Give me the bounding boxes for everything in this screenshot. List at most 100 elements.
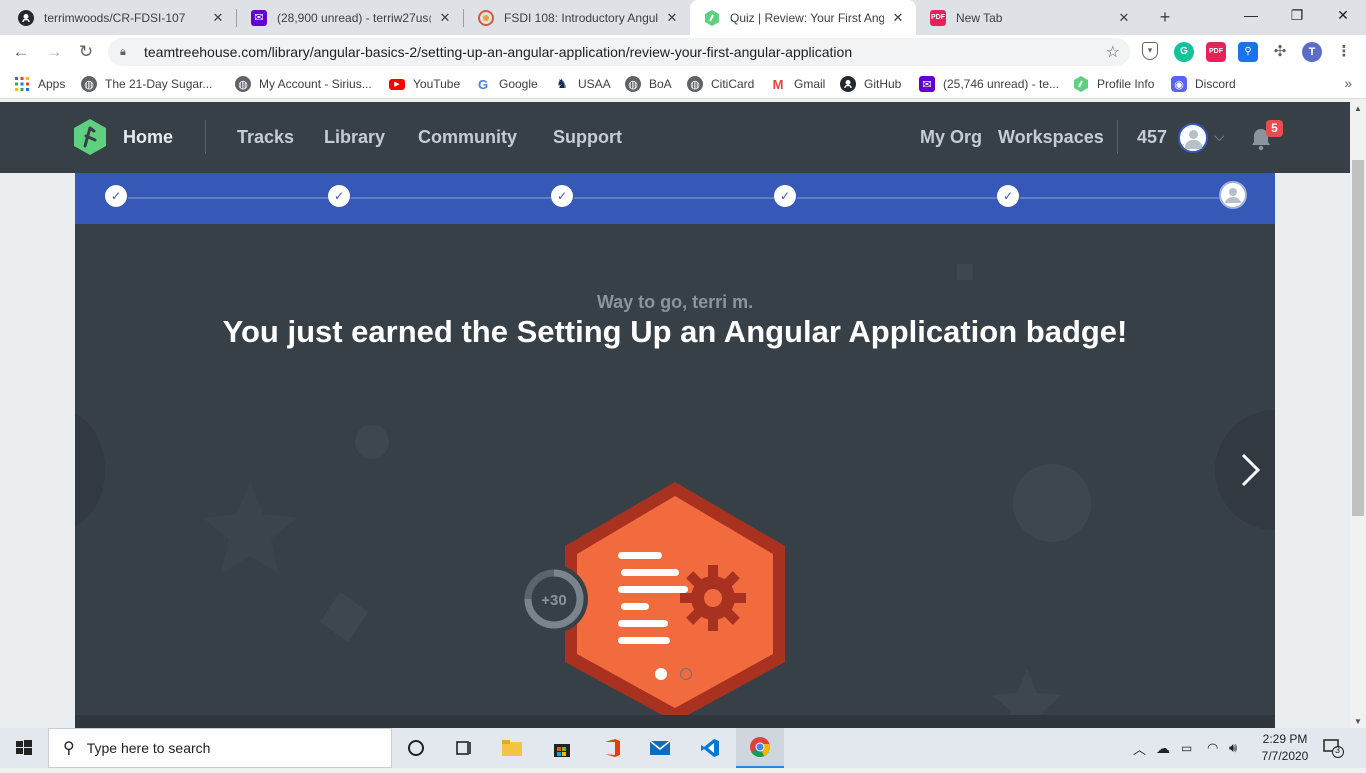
step-complete-check-icon[interactable]: ✓: [551, 185, 573, 207]
points-counter[interactable]: 457: [1137, 102, 1167, 173]
progress-line: [351, 197, 551, 199]
tab-github[interactable]: terrimwoods/CR-FDSI-107 ✕: [4, 0, 236, 35]
bookmark-gmail[interactable]: M Gmail: [770, 69, 826, 99]
nav-library[interactable]: Library: [324, 102, 385, 173]
extensions-puzzle-icon[interactable]: ✣: [1270, 42, 1290, 62]
tab-course[interactable]: FSDI 108: Introductory Angular ✕: [464, 0, 690, 35]
bookmark-google[interactable]: G Google: [475, 69, 538, 99]
step-complete-check-icon[interactable]: ✓: [997, 185, 1019, 207]
battery-icon[interactable]: ▭: [1181, 728, 1192, 768]
bookmark-citicard[interactable]: ◍ CitiCard: [687, 69, 754, 99]
minimize-button[interactable]: —: [1228, 0, 1274, 30]
vscode-icon[interactable]: [686, 728, 734, 768]
page-content-below: [75, 715, 1275, 728]
task-view-icon[interactable]: [440, 728, 488, 768]
scroll-up-arrow-icon[interactable]: ▲: [1354, 104, 1362, 113]
user-avatar[interactable]: [1178, 123, 1208, 153]
bookmarks-overflow-icon[interactable]: »: [1344, 75, 1352, 91]
nav-community[interactable]: Community: [418, 102, 517, 173]
action-center-icon[interactable]: 3: [1322, 738, 1344, 758]
microsoft-store-icon[interactable]: [538, 728, 586, 768]
step-complete-check-icon[interactable]: ✓: [328, 185, 350, 207]
bookmark-yahoo-mail[interactable]: ✉ (25,746 unread) - te...: [919, 69, 1059, 99]
menu-kebab-icon[interactable]: ⋮: [1334, 42, 1354, 62]
chrome-icon[interactable]: [736, 728, 784, 768]
bookmark-21-day-sugar[interactable]: ◍ The 21-Day Sugar...: [81, 69, 212, 99]
close-icon[interactable]: ✕: [890, 10, 906, 26]
usaa-icon: ♞: [556, 76, 568, 91]
notification-badge: 5: [1266, 120, 1283, 137]
nav-workspaces[interactable]: Workspaces: [998, 102, 1104, 173]
browser-tab-strip: terrimwoods/CR-FDSI-107 ✕ ✉ (28,900 unre…: [0, 0, 1366, 35]
mail-icon[interactable]: [636, 728, 684, 768]
pdf-extension-icon[interactable]: PDF: [1206, 42, 1226, 62]
site-header: Home Tracks Library Community Support My…: [0, 102, 1350, 173]
onedrive-cloud-icon[interactable]: ☁: [1156, 728, 1170, 768]
bookmark-apps[interactable]: Apps: [14, 69, 65, 99]
taskbar-search-box[interactable]: ⚲ Type here to search: [48, 728, 392, 768]
tab-title: terrimwoods/CR-FDSI-107: [44, 10, 186, 25]
reload-button[interactable]: ↻: [74, 40, 98, 64]
wifi-icon[interactable]: ◠: [1207, 728, 1218, 768]
bookmark-discord[interactable]: ◉ Discord: [1171, 69, 1236, 99]
quiz-progress-bar: ✓ ✓ ✓ ✓ ✓: [75, 173, 1275, 224]
globe-icon: ◍: [235, 76, 251, 92]
bookmarks-bar: Apps ◍ The 21-Day Sugar... ◍ My Account …: [0, 69, 1366, 99]
progress-line: [1020, 197, 1220, 199]
nav-support[interactable]: Support: [553, 102, 622, 173]
course-icon: [478, 9, 494, 26]
scrollbar-thumb[interactable]: [1352, 160, 1364, 516]
taskbar-clock[interactable]: 2:29 PM 7/7/2020: [1254, 731, 1316, 765]
cortana-circle-icon[interactable]: [392, 728, 440, 768]
restore-button[interactable]: ❐: [1274, 0, 1320, 30]
nav-home[interactable]: Home: [123, 102, 173, 173]
slide-dot[interactable]: [680, 668, 692, 680]
bookmark-label: Discord: [1195, 77, 1236, 91]
bookmark-label: Profile Info: [1097, 77, 1155, 91]
scroll-down-arrow-icon[interactable]: ▼: [1354, 717, 1362, 726]
new-tab-button[interactable]: +: [1154, 6, 1176, 28]
page-scrollbar[interactable]: ▲ ▼: [1350, 102, 1366, 728]
address-bar[interactable]: 🔒︎ teamtreehouse.com/library/angular-bas…: [108, 38, 1130, 66]
forward-button[interactable]: →: [42, 40, 66, 64]
windows-start-icon[interactable]: [0, 728, 48, 768]
close-icon[interactable]: ✕: [210, 10, 226, 26]
chevron-down-icon[interactable]: ⌵: [1214, 128, 1225, 145]
treehouse-icon: [704, 9, 720, 26]
close-window-button[interactable]: ✕: [1320, 0, 1366, 30]
bookmark-usaa[interactable]: ♞ USAA: [554, 69, 611, 99]
bookmark-github[interactable]: GitHub: [840, 69, 901, 99]
profile-avatar[interactable]: T: [1302, 42, 1322, 62]
grammarly-icon[interactable]: G: [1174, 42, 1194, 62]
step-complete-check-icon[interactable]: ✓: [774, 185, 796, 207]
bookmark-star-icon[interactable]: ☆: [1106, 42, 1120, 62]
bookmark-youtube[interactable]: ▶ YouTube: [389, 69, 460, 99]
treehouse-logo-icon[interactable]: [74, 119, 106, 155]
slide-dot-active[interactable]: [655, 668, 667, 680]
tab-yahoo-mail[interactable]: ✉ (28,900 unread) - terriw27us@ ✕: [237, 0, 463, 35]
bookmark-boa[interactable]: ◍ BoA: [625, 69, 672, 99]
office-icon[interactable]: [588, 728, 636, 768]
back-button[interactable]: ←: [9, 40, 33, 64]
next-slide-button[interactable]: [1215, 410, 1275, 530]
shield-icon[interactable]: ▾: [1142, 42, 1158, 60]
step-current-avatar-icon[interactable]: [1219, 181, 1247, 209]
tab-treehouse-quiz[interactable]: Quiz | Review: Your First Angul ✕: [690, 0, 916, 35]
close-icon[interactable]: ✕: [1116, 10, 1132, 26]
bookmark-profile-info[interactable]: Profile Info: [1073, 69, 1154, 99]
bookmark-label: The 21-Day Sugar...: [105, 77, 213, 91]
bookmark-sirius[interactable]: ◍ My Account - Sirius...: [235, 69, 372, 99]
tab-new-tab[interactable]: PDF New Tab ✕: [916, 0, 1142, 35]
search-extension-icon[interactable]: ⚲: [1238, 42, 1258, 62]
close-icon[interactable]: ✕: [437, 10, 453, 26]
step-complete-check-icon[interactable]: ✓: [105, 185, 127, 207]
volume-icon[interactable]: 🔊︎: [1229, 728, 1237, 768]
nav-tracks[interactable]: Tracks: [237, 102, 294, 173]
url-text: teamtreehouse.com/library/angular-basics…: [144, 44, 853, 60]
file-explorer-icon[interactable]: [488, 728, 536, 768]
tray-overflow-chevron-icon[interactable]: ︿: [1133, 728, 1146, 768]
nav-my-org[interactable]: My Org: [920, 102, 982, 173]
progress-line: [574, 197, 774, 199]
close-icon[interactable]: ✕: [664, 10, 680, 26]
page-viewport: Home Tracks Library Community Support My…: [0, 102, 1350, 728]
